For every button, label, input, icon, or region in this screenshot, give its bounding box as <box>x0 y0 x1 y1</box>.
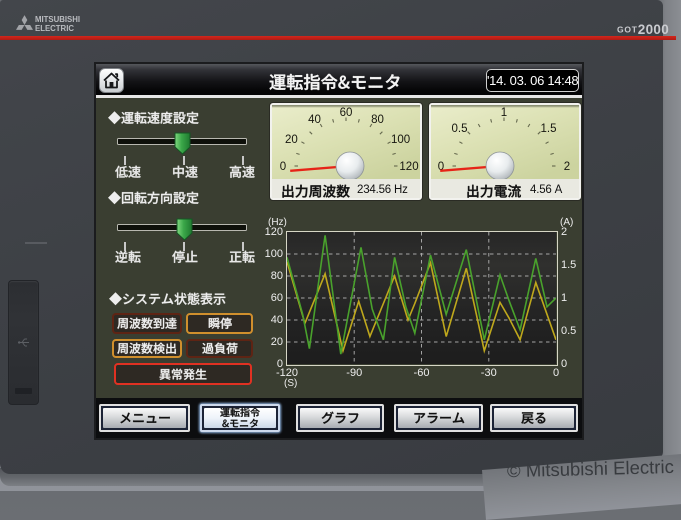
svg-text:100: 100 <box>391 134 410 146</box>
svg-text:0.5: 0.5 <box>452 123 468 135</box>
svg-text:1.5: 1.5 <box>541 123 557 135</box>
svg-text:60: 60 <box>340 107 353 119</box>
svg-text:80: 80 <box>371 114 384 126</box>
svg-text:2: 2 <box>564 161 570 173</box>
svg-text:1: 1 <box>501 107 507 119</box>
svg-text:20: 20 <box>285 134 298 146</box>
svg-text:0: 0 <box>280 161 286 173</box>
svg-text:120: 120 <box>399 161 418 173</box>
svg-text:40: 40 <box>308 114 321 126</box>
